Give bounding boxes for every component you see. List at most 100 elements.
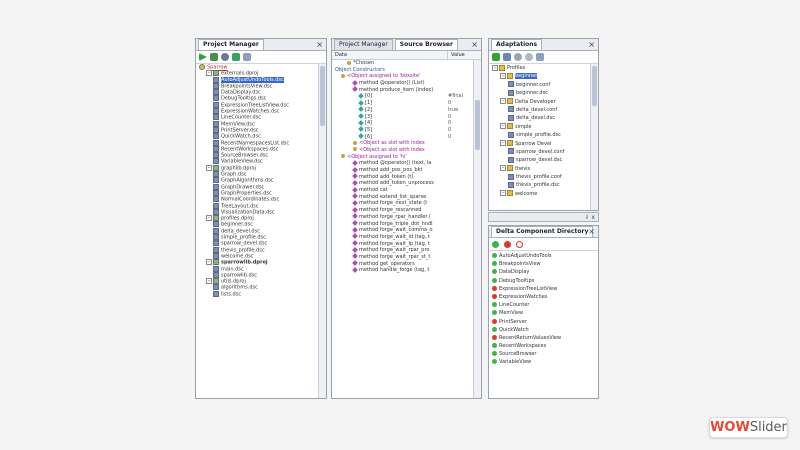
component-item[interactable]: PrintServer — [489, 318, 598, 326]
component-item[interactable]: VariableView — [489, 358, 598, 366]
source-browser-row[interactable]: <Object as slot with index — [332, 140, 473, 147]
component-item[interactable]: ExpressionTreeListView — [489, 285, 598, 293]
adaptation-item[interactable]: − Sparrow Devel — [489, 140, 590, 148]
project-manager-scrollbar[interactable] — [318, 64, 326, 398]
column-value[interactable]: Value — [448, 51, 465, 59]
component-item[interactable]: RecentWorkspaces — [489, 342, 598, 350]
file-item[interactable]: lists.dsc — [196, 290, 318, 297]
source-browser-row[interactable]: [2] true — [332, 106, 473, 114]
source-browser-row[interactable]: *Chosen — [332, 60, 473, 67]
column-data[interactable]: Data — [332, 51, 448, 59]
collapse-icon[interactable]: − — [500, 72, 506, 79]
source-browser-row[interactable]: method get_operators — [332, 260, 473, 268]
source-browser-row[interactable]: method forge_wait_id (tag, t — [332, 233, 473, 241]
disable-icon[interactable] — [504, 240, 511, 248]
save-icon[interactable] — [503, 53, 511, 61]
close-icon[interactable]: × — [588, 39, 595, 50]
run-icon[interactable] — [199, 53, 207, 61]
source-browser-row[interactable]: method forge_next_state (t — [332, 200, 473, 207]
adaptation-item[interactable]: − Profiles — [489, 64, 590, 72]
source-browser-row[interactable]: [0] #final — [332, 93, 473, 100]
source-browser-row[interactable]: method forge_wait_rpar_pro — [332, 246, 473, 254]
source-browser-row[interactable]: method add_pos_pos_bkt — [332, 166, 473, 174]
gear-icon[interactable] — [221, 53, 229, 61]
settings-icon[interactable] — [514, 53, 522, 61]
edit-icon[interactable] — [536, 53, 544, 61]
component-item[interactable]: DebugTooltips — [489, 277, 598, 285]
adaptation-item[interactable]: − beginner — [489, 72, 590, 80]
source-browser-row[interactable]: method forge_triple_dot_hndl — [332, 220, 473, 228]
adaptation-item[interactable]: − Delta Developer — [489, 98, 590, 106]
options-icon[interactable] — [525, 53, 533, 61]
adaptation-item[interactable]: delta_devel.conf — [489, 106, 590, 114]
close-icon[interactable]: × — [316, 39, 323, 50]
source-browser-row[interactable]: method forge_wait_rpar_st_t — [332, 253, 473, 261]
source-browser-row[interactable]: method forge_rescanned — [332, 206, 473, 214]
component-item[interactable]: AutoAdjustUndoTools — [489, 252, 598, 260]
source-browser-row[interactable]: <Object assigned to 'hi' — [332, 154, 473, 161]
adaptation-item[interactable]: beginner.conf — [489, 81, 590, 89]
adaptation-item[interactable]: thevis_profile.dsc — [489, 181, 590, 189]
source-browser-row[interactable]: method cat — [332, 186, 473, 194]
collapse-icon[interactable]: − — [500, 140, 506, 147]
component-item[interactable]: ExpressionWatches — [489, 293, 598, 301]
build-icon[interactable] — [210, 53, 218, 61]
adaptation-item[interactable]: beginner.dsc — [489, 89, 590, 97]
source-browser-row[interactable]: [6] 0 — [332, 133, 473, 141]
add-icon[interactable] — [232, 53, 240, 61]
close-icon[interactable]: × — [588, 226, 595, 237]
source-browser-row[interactable]: method add_token_unprocess — [332, 180, 473, 187]
adaptation-item[interactable]: sparrow_devel.dsc — [489, 156, 590, 164]
source-browser-row[interactable]: [3] 0 — [332, 113, 473, 121]
project-manager-tab[interactable]: Project Manager — [198, 39, 264, 50]
adaptations-scrollbar[interactable] — [590, 64, 598, 210]
add-icon[interactable] — [492, 53, 500, 61]
collapse-icon[interactable]: − — [206, 259, 212, 266]
source-browser-row[interactable]: method forge_wait_comma_o — [332, 226, 473, 234]
tab-project-manager[interactable]: Project Manager — [334, 39, 393, 50]
component-item[interactable]: SourceBrowser — [489, 350, 598, 358]
component-item[interactable]: DataDisplay — [489, 268, 598, 276]
adaptation-item[interactable]: simple_profile.dsc — [489, 131, 590, 139]
source-browser-row[interactable]: method produce_item (index) — [332, 86, 473, 94]
source-browser-scrollbar[interactable] — [473, 60, 481, 398]
collapse-icon[interactable]: − — [500, 165, 506, 172]
collapse-icon[interactable]: − — [500, 98, 506, 105]
collapse-icon[interactable]: − — [206, 278, 212, 285]
collapse-icon[interactable]: − — [206, 215, 212, 222]
adaptation-item[interactable]: − thevis — [489, 165, 590, 173]
source-browser-row[interactable]: method extend_list_sparse — [332, 193, 473, 201]
component-item[interactable]: LineCounter — [489, 301, 598, 309]
adaptation-item[interactable]: delta_devel.dsc — [489, 114, 590, 122]
source-browser-row[interactable]: method add_token (t) — [332, 173, 473, 181]
component-item[interactable]: BreakpointsView — [489, 260, 598, 268]
adaptation-item[interactable]: sparrow_devel.conf — [489, 148, 590, 156]
source-browser-row[interactable]: method handle_forge (tag, t — [332, 266, 473, 274]
delta-directory-tab[interactable]: Delta Component Directory — [491, 226, 594, 237]
source-browser-row[interactable]: method forge_wait_lp (tag, t — [332, 240, 473, 248]
source-browser-row[interactable]: [4] 0 — [332, 119, 473, 127]
component-item[interactable]: RecentReturnValuesView — [489, 334, 598, 342]
component-item[interactable]: MemView — [489, 309, 598, 317]
prohibit-icon[interactable] — [516, 240, 523, 248]
adaptations-tab[interactable]: Adaptations — [491, 39, 543, 50]
pin-icon[interactable]: ⇩ x — [585, 213, 596, 222]
source-browser-row[interactable]: <Object assigned to 'boxsite' — [332, 73, 473, 80]
edit-icon[interactable] — [243, 53, 251, 61]
collapse-icon[interactable]: − — [500, 123, 506, 130]
adaptation-item[interactable]: thevis_profile.conf — [489, 173, 590, 181]
collapse-icon[interactable]: − — [206, 164, 212, 171]
source-browser-row[interactable]: [5] 0 — [332, 126, 473, 134]
source-browser-row[interactable]: <Object as slot with index — [332, 147, 473, 154]
collapse-icon[interactable]: − — [492, 64, 498, 71]
source-browser-row[interactable]: method forge_rpar_handler ( — [332, 213, 473, 221]
adaptation-item[interactable]: − simple — [489, 123, 590, 131]
adaptation-item[interactable]: − welcome — [489, 190, 590, 198]
tab-source-browser[interactable]: Source Browser — [394, 39, 458, 50]
source-browser-row[interactable]: method @operator() (List) — [332, 79, 473, 87]
source-browser-row[interactable]: method @operator() (text, la — [332, 159, 473, 167]
close-icon[interactable]: × — [471, 39, 478, 50]
enable-icon[interactable] — [492, 240, 499, 248]
source-browser-row[interactable]: Object Constructors — [332, 67, 473, 74]
collapse-icon[interactable]: − — [206, 70, 212, 77]
